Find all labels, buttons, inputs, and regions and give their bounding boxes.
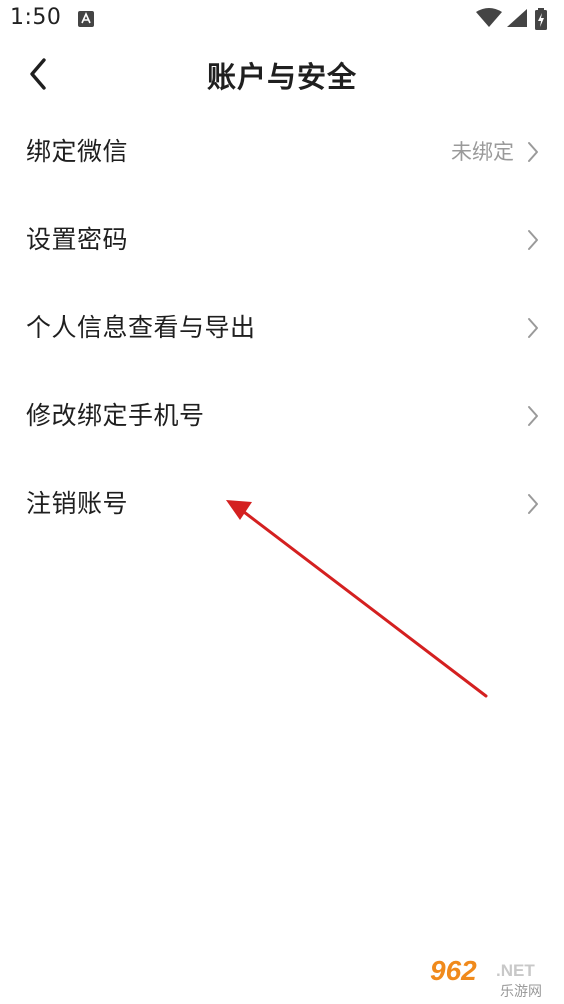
screen: 1:50 账户与安全 绑定微信 未绑定 设置密码 个人信息查看与导出 修改绑定手…: [0, 0, 564, 1004]
chevron-right-icon: [528, 230, 538, 250]
list-item-label: 注销账号: [26, 489, 129, 518]
chevron-right-icon: [528, 142, 538, 162]
list-item-change-phone[interactable]: 修改绑定手机号: [0, 372, 564, 460]
settings-list: 绑定微信 未绑定 设置密码 个人信息查看与导出 修改绑定手机号 注销账号: [0, 108, 564, 548]
list-item-personal-info-export[interactable]: 个人信息查看与导出: [0, 284, 564, 372]
list-item-label: 绑定微信: [26, 137, 129, 166]
header: 账户与安全: [0, 44, 564, 102]
wifi-icon: [476, 8, 502, 27]
list-item-label: 设置密码: [26, 225, 129, 254]
chevron-right-icon: [528, 494, 538, 514]
page-title: 账户与安全: [206, 60, 357, 94]
list-item-cancel-account[interactable]: 注销账号: [0, 460, 564, 548]
status-time: 1:50: [10, 5, 62, 30]
watermark-logo: 962 .NET 乐游网: [424, 952, 560, 1000]
list-item-set-password[interactable]: 设置密码: [0, 196, 564, 284]
list-item-label: 修改绑定手机号: [26, 401, 205, 430]
svg-text:962: 962: [430, 955, 477, 986]
chevron-right-icon: [528, 318, 538, 338]
cell-signal-icon: [507, 9, 527, 27]
svg-text:乐游网: 乐游网: [500, 984, 542, 1000]
svg-text:.NET: .NET: [496, 961, 535, 980]
a-notification-icon: [78, 11, 94, 27]
list-item-bind-wechat[interactable]: 绑定微信 未绑定: [0, 108, 564, 196]
status-icons: [476, 8, 556, 30]
chevron-right-icon: [528, 406, 538, 426]
list-item-label: 个人信息查看与导出: [26, 313, 256, 342]
list-item-value: 未绑定: [451, 140, 514, 164]
battery-charging-icon: [535, 8, 547, 30]
status-bar: 1:50: [0, 0, 564, 38]
